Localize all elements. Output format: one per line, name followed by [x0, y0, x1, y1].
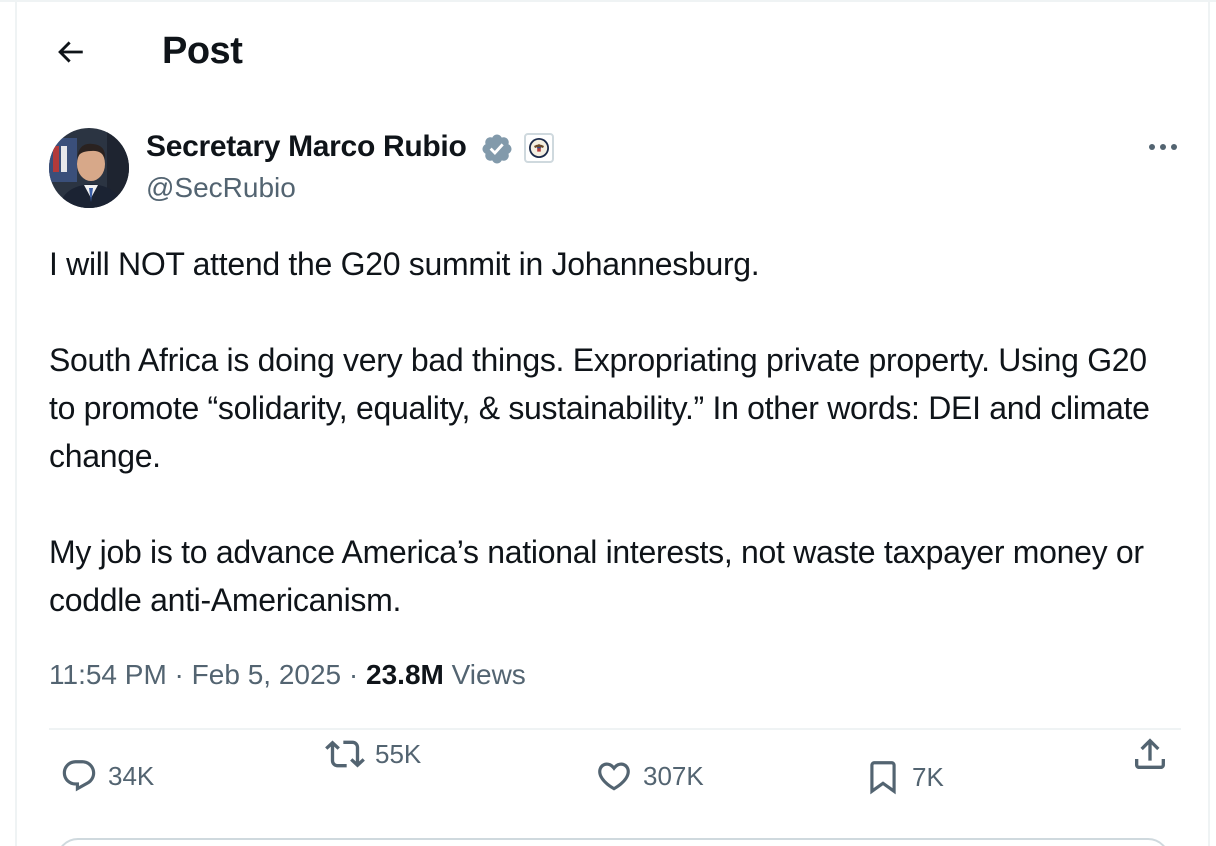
repost-count: 55K: [375, 738, 422, 769]
bookmark-count: 7K: [912, 761, 944, 792]
author-handle[interactable]: @SecRubio: [146, 170, 296, 206]
arrow-left-icon: [58, 41, 83, 63]
reply-button[interactable]: 34K: [60, 757, 154, 795]
avatar-image: [49, 128, 129, 208]
frame-left-border: [15, 0, 17, 846]
repost-button[interactable]: 55K: [325, 734, 421, 774]
post-date[interactable]: Feb 5, 2025: [192, 659, 341, 690]
bookmark-icon: [870, 761, 896, 795]
meta-separator: ·: [341, 659, 367, 690]
more-horizontal-icon: [1149, 144, 1177, 150]
post-meta: 11:54 PM · Feb 5, 2025 · 23.8M Views: [49, 655, 526, 695]
views-count: 23.8M: [366, 659, 444, 690]
post-time[interactable]: 11:54 PM: [49, 659, 167, 690]
bookmark-button[interactable]: 7K: [864, 757, 944, 797]
post-paragraph: South Africa is doing very bad things. E…: [49, 342, 1150, 474]
heart-icon: [598, 762, 630, 791]
views-label: Views: [451, 659, 526, 690]
reply-count: 34K: [108, 760, 155, 791]
post-page: Post Secretary Marco Rubio @SecRubio I w…: [0, 0, 1216, 846]
share-button[interactable]: [1130, 734, 1170, 774]
back-button[interactable]: [50, 32, 90, 72]
post-paragraph: My job is to advance America’s national …: [49, 534, 1144, 618]
avatar[interactable]: [49, 128, 129, 208]
state-department-seal-icon[interactable]: [524, 133, 554, 163]
more-options-button[interactable]: [1143, 132, 1183, 162]
page-title: Post: [162, 30, 243, 72]
post-text: I will NOT attend the G20 summit in Joha…: [49, 240, 1169, 624]
author-name[interactable]: Secretary Marco Rubio: [146, 128, 467, 166]
reply-input-box[interactable]: [56, 838, 1170, 846]
frame-right-border: [1208, 0, 1210, 846]
reply-icon: [62, 760, 96, 792]
like-button[interactable]: 307K: [595, 757, 704, 795]
frame-top-border: [0, 0, 1216, 2]
divider: [49, 728, 1181, 730]
repost-icon: [325, 740, 365, 768]
verified-badge-icon: [480, 132, 514, 166]
share-icon: [1135, 738, 1165, 769]
like-count: 307K: [643, 760, 704, 791]
meta-separator: ·: [166, 659, 192, 690]
post-paragraph: I will NOT attend the G20 summit in Joha…: [49, 246, 760, 282]
